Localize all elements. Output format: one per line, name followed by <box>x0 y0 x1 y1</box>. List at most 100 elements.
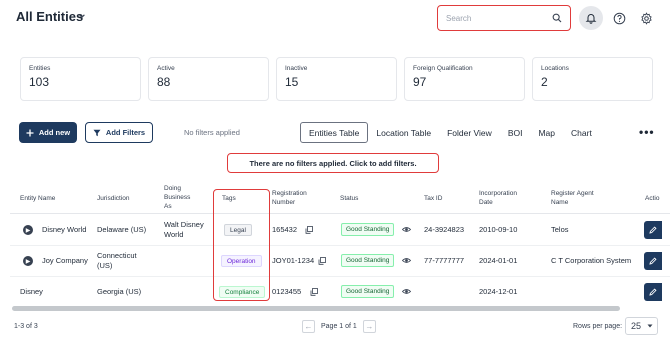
chevron-down-icon[interactable] <box>78 12 86 20</box>
stat-value: 88 <box>157 75 171 89</box>
status-badge: Good Standing <box>341 223 395 236</box>
plus-icon <box>26 129 34 136</box>
horizontal-scrollbar[interactable] <box>12 306 620 311</box>
expand-row-icon[interactable]: ▶ <box>23 256 33 266</box>
stat-label: Entities <box>29 65 51 72</box>
copy-icon[interactable] <box>305 226 313 234</box>
caret-down-icon <box>647 324 653 328</box>
eye-icon[interactable] <box>402 225 411 234</box>
expand-row-icon[interactable]: ▶ <box>23 225 33 235</box>
gear-icon <box>640 11 652 25</box>
cell-register-agent: Telos <box>551 225 569 234</box>
status-badge: Good Standing <box>341 254 395 267</box>
column-header-entity-name[interactable]: Entity Name <box>20 194 55 203</box>
column-header-jurisdiction[interactable]: Jurisdiction <box>97 194 130 203</box>
view-tab-boi[interactable]: BOI <box>500 122 531 143</box>
header-line: Number <box>272 199 296 206</box>
copy-icon[interactable] <box>318 257 326 265</box>
column-header-tax-id[interactable]: Tax ID <box>424 194 442 203</box>
help-icon <box>613 12 625 24</box>
cell-entity-name[interactable]: Disney <box>20 287 43 297</box>
view-tab-folder-view[interactable]: Folder View <box>439 122 500 143</box>
search-box[interactable] <box>437 5 571 31</box>
stat-label: Foreign Qualification <box>413 65 473 72</box>
next-page-button[interactable]: → <box>362 320 376 333</box>
page-title[interactable]: All Entities <box>16 9 83 24</box>
stat-card-foreign-qualification[interactable]: Foreign Qualification 97 <box>404 57 525 101</box>
cell-jurisdiction: Connecticut (US) <box>97 251 137 271</box>
rows-per-page-select[interactable]: 25 <box>625 317 658 335</box>
pencil-icon <box>649 226 657 234</box>
settings-button[interactable] <box>634 6 658 30</box>
column-header-actions[interactable]: Actio <box>645 194 659 203</box>
cell-registration-number: JOY01-1234 <box>272 256 315 265</box>
rows-per-page-label: Rows per page: <box>573 323 623 330</box>
pagination: ← Page 1 of 1 → <box>302 319 376 334</box>
top-header: All Entities <box>0 0 670 36</box>
header-line: Business <box>164 194 191 201</box>
add-filters-button[interactable]: Add Filters <box>85 122 153 143</box>
cell-entity-name[interactable]: Joy Company <box>42 256 88 266</box>
edit-button[interactable] <box>644 283 662 301</box>
column-header-registration-number[interactable]: Registration Number <box>272 189 307 207</box>
header-line: Date <box>479 199 493 206</box>
filter-icon <box>93 129 101 136</box>
cell-entity-name[interactable]: Disney World <box>42 225 86 235</box>
eye-icon[interactable] <box>402 287 411 296</box>
eye-icon[interactable] <box>402 256 411 265</box>
jurisdiction-line: (US) <box>97 261 113 270</box>
notifications-button[interactable] <box>579 6 603 30</box>
column-header-incorporation-date[interactable]: Incorporation Date <box>479 189 517 207</box>
row-divider <box>10 245 670 246</box>
cell-jurisdiction: Delaware (US) <box>97 225 147 234</box>
jurisdiction-line: Connecticut <box>97 251 137 260</box>
row-divider <box>10 276 670 277</box>
stat-label: Active <box>157 65 175 72</box>
copy-icon[interactable] <box>310 288 318 296</box>
column-header-dba[interactable]: Doing Business As <box>164 184 190 211</box>
column-header-status[interactable]: Status <box>340 194 358 203</box>
view-tab-location-table[interactable]: Location Table <box>368 122 439 143</box>
stat-card-locations[interactable]: Locations 2 <box>532 57 653 101</box>
rows-per-page-value: 25 <box>631 321 642 331</box>
search-input[interactable] <box>446 11 546 25</box>
stat-card-entities[interactable]: Entities 103 <box>20 57 141 101</box>
tags-column-highlight <box>213 189 270 301</box>
header-divider <box>10 213 670 214</box>
edit-button[interactable] <box>644 221 662 239</box>
cell-dba: Walt Disney World <box>164 220 204 240</box>
cell-tax-id: 77-7777777 <box>424 256 465 265</box>
header-line: Name <box>551 199 569 206</box>
search-icon[interactable] <box>552 13 562 23</box>
view-switcher: Entities Table Location Table Folder Vie… <box>300 122 600 143</box>
column-header-register-agent[interactable]: Register Agent Name <box>551 189 594 207</box>
stat-value: 97 <box>413 75 427 89</box>
status-badge: Good Standing <box>341 285 395 298</box>
page-label: Page 1 of 1 <box>321 323 357 330</box>
view-tab-chart[interactable]: Chart <box>563 122 600 143</box>
cell-tax-id: 24-3924823 <box>424 225 465 234</box>
add-new-label: Add new <box>38 128 71 137</box>
more-options-icon[interactable]: ••• <box>639 125 655 139</box>
no-filters-banner[interactable]: There are no filters applied. Click to a… <box>227 153 439 173</box>
stat-card-inactive[interactable]: Inactive 15 <box>276 57 397 101</box>
view-tab-map[interactable]: Map <box>530 122 563 143</box>
header-line: As <box>164 203 172 210</box>
help-button[interactable] <box>607 6 631 30</box>
edit-button[interactable] <box>644 252 662 270</box>
view-tab-entities-table[interactable]: Entities Table <box>300 122 369 143</box>
stat-card-active[interactable]: Active 88 <box>148 57 269 101</box>
pencil-icon <box>649 257 657 265</box>
prev-page-button[interactable]: ← <box>302 320 315 333</box>
stat-label: Locations <box>541 65 569 72</box>
filter-status-text: No filters applied <box>184 128 240 137</box>
bell-icon <box>585 14 597 24</box>
header-line: Incorporation <box>479 190 517 197</box>
dba-line: World <box>164 230 184 239</box>
cell-jurisdiction: Georgia (US) <box>97 287 142 296</box>
cell-incorporation-date: 2010-09-10 <box>479 225 518 234</box>
add-new-button[interactable]: Add new <box>19 122 77 143</box>
pencil-icon <box>649 288 657 296</box>
cell-registration-number: 165432 <box>272 225 298 234</box>
add-filters-label: Add Filters <box>105 128 146 137</box>
